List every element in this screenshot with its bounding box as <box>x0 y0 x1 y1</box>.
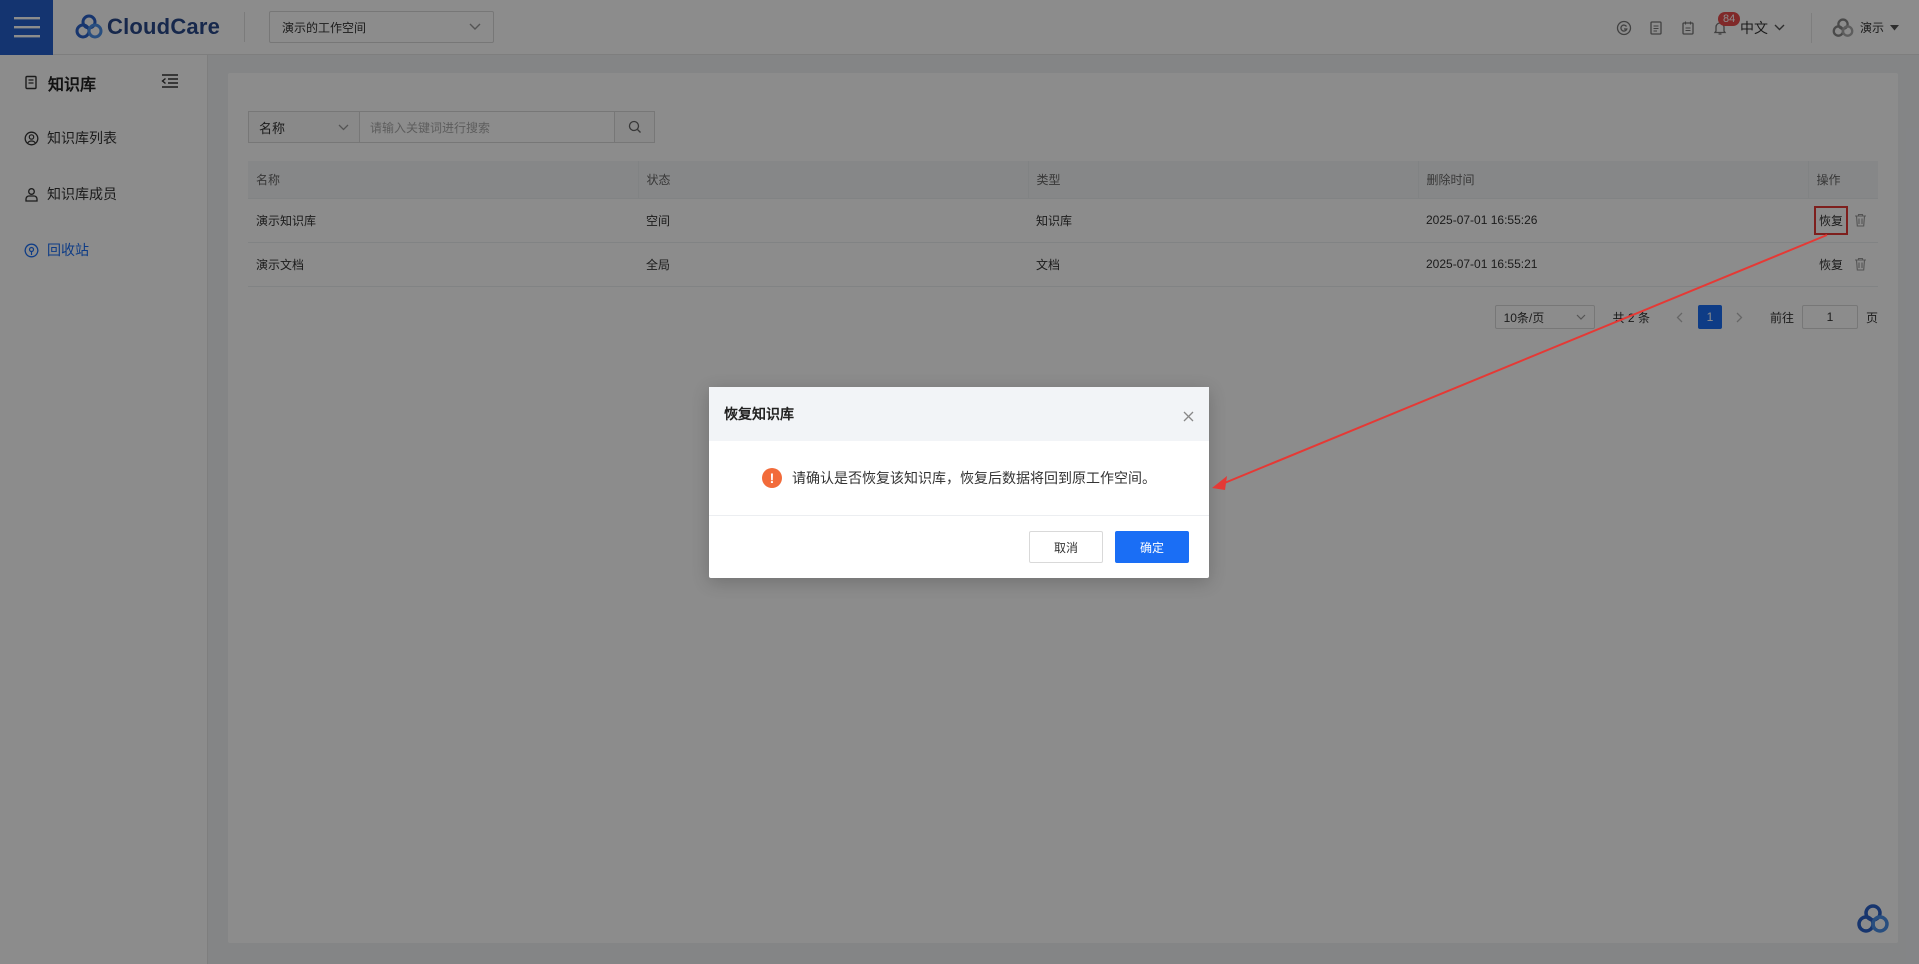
cancel-button[interactable]: 取消 <box>1028 531 1103 563</box>
dialog-title: 恢复知识库 <box>724 406 794 422</box>
close-icon[interactable] <box>1183 409 1194 425</box>
warning-icon: ! <box>762 468 782 488</box>
dialog-message: 请确认是否恢复该知识库，恢复后数据将回到原工作空间。 <box>792 470 1156 486</box>
confirm-button[interactable]: 确定 <box>1114 531 1189 563</box>
dialog-header: 恢复知识库 <box>709 387 1209 441</box>
dialog-body: ! 请确认是否恢复该知识库，恢复后数据将回到原工作空间。 <box>709 441 1209 516</box>
dialog-footer: 取消 确定 <box>709 516 1209 578</box>
restore-dialog: 恢复知识库 ! 请确认是否恢复该知识库，恢复后数据将回到原工作空间。 取消 确定 <box>709 387 1209 578</box>
